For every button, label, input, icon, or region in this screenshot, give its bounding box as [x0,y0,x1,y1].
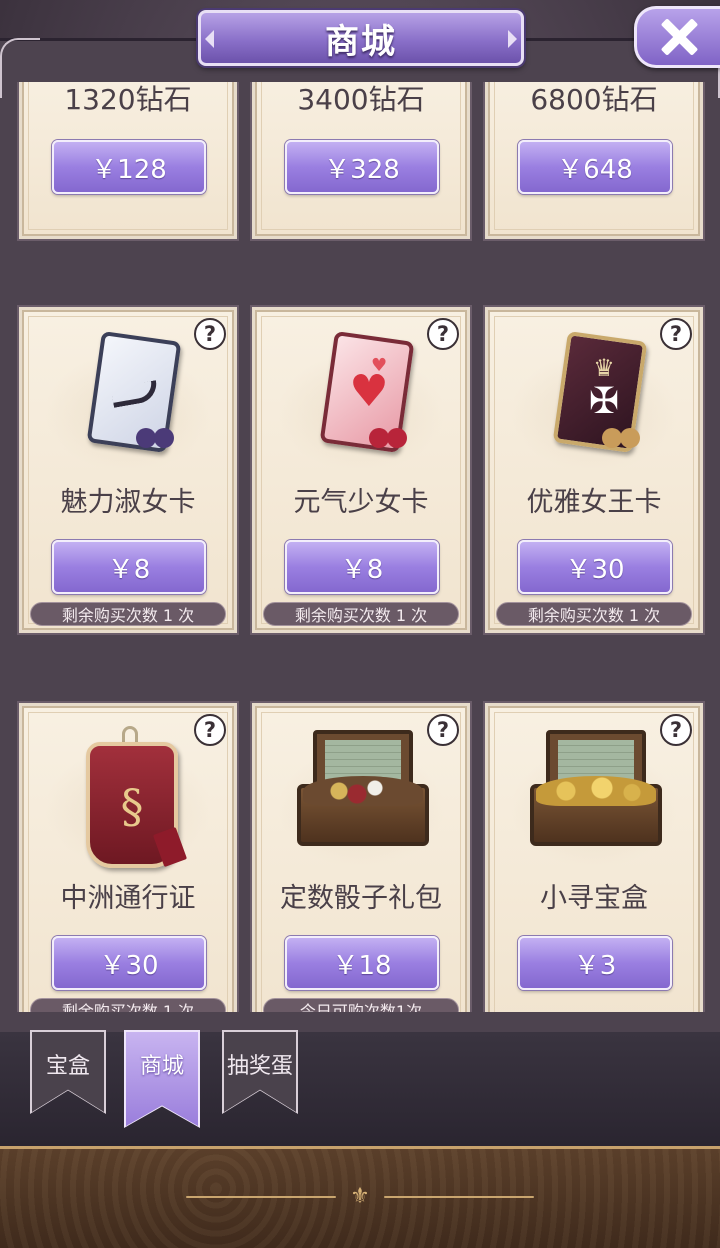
item-name: 3400钻石 [297,83,425,116]
item-name: 元气少女卡 [293,487,429,518]
tab-treasure-box[interactable]: 宝盒 [30,1030,106,1114]
hearts-card-icon: ♥ ♥ [319,330,421,462]
help-icon[interactable]: ? [427,318,459,350]
item-name: 定数骰子礼包 [280,883,442,914]
purchase-limit: 剩余购买次数 1 次 [30,602,226,626]
tab-bar: 宝盒 商城 抽奖蛋 [0,1030,720,1146]
dice-gift-pack-card[interactable]: ? 定数骰子礼包 ￥18 今日可购次数1次 [255,706,467,1012]
item-name: 小寻宝盒 [540,883,648,914]
crown-card-icon: ♛ ✠ [552,330,654,462]
purchase-limit: 今日可购次数1次 [263,998,459,1012]
tab-lottery-egg[interactable]: 抽奖蛋 [222,1030,298,1114]
tab-label: 宝盒 [45,1054,90,1079]
zhongzhou-pass-card[interactable]: ? § 中洲通行证 ￥30 剩余购买次数 1 次 [22,706,234,1012]
energy-girl-card[interactable]: ? ♥ ♥ 元气少女卡 ￥8 剩余购买次数 1 次 [255,310,467,630]
buy-button[interactable]: ￥648 [518,140,672,194]
diamond-pack-card[interactable]: 3400钻石 ￥328 [255,82,467,236]
product-grid[interactable]: 1320钻石 ￥128 3400钻石 ￥328 6800钻石 ￥648 ? 魅力… [0,82,720,1012]
fleur-ornament-icon: ⚜ [186,1185,534,1209]
item-name: 6800钻石 [530,83,658,116]
buy-button[interactable]: ￥30 [52,936,206,990]
treasure-chest-icon [526,730,666,850]
close-button[interactable] [634,6,720,68]
tab-shop[interactable]: 商城 [124,1030,200,1128]
close-icon [659,17,699,57]
dragon-pass-icon: § [80,726,190,868]
tab-label: 商城 [139,1054,184,1079]
item-name: 魅力淑女卡 [60,487,196,518]
diamond-pack-card[interactable]: 6800钻石 ￥648 [488,82,700,236]
buy-button[interactable]: ￥328 [285,140,439,194]
tab-label: 抽奖蛋 [226,1054,293,1079]
purchase-limit: 剩余购买次数 1 次 [263,602,459,626]
buy-button[interactable]: ￥8 [285,540,439,594]
purchase-limit: 剩余购买次数 1 次 [30,998,226,1012]
buy-button[interactable]: ￥128 [52,140,206,194]
item-name: 1320钻石 [64,83,192,116]
item-name: 优雅女王卡 [526,487,662,518]
elegant-queen-card[interactable]: ? ♛ ✠ 优雅女王卡 ￥30 剩余购买次数 1 次 [488,310,700,630]
item-name: 中洲通行证 [60,883,196,914]
diamond-pack-card[interactable]: 1320钻石 ￥128 [22,82,234,236]
help-icon[interactable]: ? [660,318,692,350]
help-icon[interactable]: ? [194,318,226,350]
buy-button[interactable]: ￥8 [52,540,206,594]
heels-card-icon [86,330,188,462]
charm-lady-card[interactable]: ? 魅力淑女卡 ￥8 剩余购买次数 1 次 [22,310,234,630]
help-icon[interactable]: ? [194,714,226,746]
purchase-limit: 剩余购买次数 1 次 [496,602,692,626]
small-treasure-box-card[interactable]: ? 小寻宝盒 ￥3 [488,706,700,1012]
buy-button[interactable]: ￥30 [518,540,672,594]
footer-decoration: ⚜ [0,1146,720,1248]
treasure-chest-icon [293,730,433,850]
title-plaque: 商城 [198,10,524,66]
buy-button[interactable]: ￥3 [518,936,672,990]
buy-button[interactable]: ￥18 [285,936,439,990]
page-title: 商城 [325,21,397,62]
